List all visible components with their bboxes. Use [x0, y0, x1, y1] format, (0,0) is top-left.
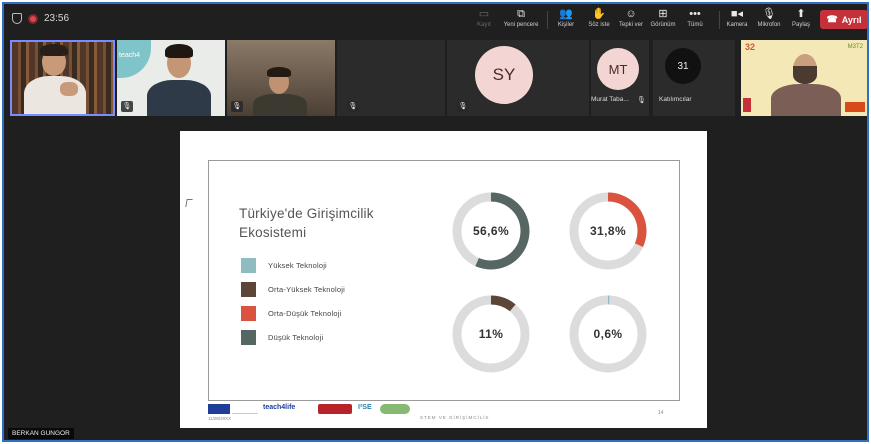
more-button[interactable]: ••• Tümü	[673, 7, 717, 28]
slide-title: Türkiye'de Girişimcilik Ekosistemi	[239, 204, 374, 242]
slide-title-line2: Ekosistemi	[239, 225, 307, 240]
donut-value: 31,8%	[589, 224, 627, 238]
legend-swatch	[241, 330, 256, 345]
leave-button[interactable]: ☎ Ayrıl	[820, 10, 867, 29]
donut-chart: 56,6%	[451, 191, 531, 271]
legend-swatch	[241, 258, 256, 273]
muted-mic-icon: 🎙	[231, 101, 243, 112]
new-window-button[interactable]: ⧉ Yeni pencere	[499, 7, 543, 28]
participant-tile-active-speaker[interactable]	[10, 40, 115, 116]
partner-logo	[380, 404, 410, 414]
participant-shirt	[24, 76, 86, 114]
donut-value: 0,6%	[593, 327, 623, 341]
legend-swatch	[241, 306, 256, 321]
participant-beard	[793, 66, 817, 84]
speaker-name-badge: BERKAN GUNGOR	[8, 428, 74, 439]
participant-tile[interactable]: teach4 🎙	[117, 40, 225, 116]
muted-mic-icon: 🎙	[457, 101, 469, 112]
legend-swatch	[241, 282, 256, 297]
muted-mic-icon: 🎙	[121, 101, 133, 112]
more-button-label: Tümü	[687, 22, 703, 28]
participant-tile[interactable]: 🎙	[337, 40, 445, 116]
legend-item: Yüksek Teknoloji	[241, 258, 327, 273]
phone-hangup-icon: ☎	[826, 14, 838, 24]
share-icon: ⬆	[796, 8, 806, 20]
muted-mic-icon: 🎙	[637, 97, 646, 104]
participants-count-tile[interactable]: 31 Katılımcılar	[653, 40, 735, 116]
donut-chart: 0,6%	[568, 294, 648, 374]
i2se-logo: I²SE	[358, 404, 372, 411]
banner-right	[845, 102, 865, 112]
new-window-button-label: Yeni pencere	[503, 22, 539, 28]
share-button-label: Paylaş	[791, 22, 810, 28]
legend-label: Orta-Yüksek Teknoloji	[268, 285, 346, 294]
legend-label: Yüksek Teknoloji	[268, 261, 327, 270]
m3t2-logo-right: M3T2	[847, 44, 863, 50]
donut-value: 11%	[478, 327, 504, 341]
donut-chart: 31,8%	[568, 191, 648, 271]
participant-shirt	[253, 94, 307, 116]
teach4-logo-shape	[117, 40, 151, 78]
slide-page-number: 14	[658, 410, 664, 416]
donut-chart: 11%	[451, 294, 531, 374]
eu-funding-text	[232, 404, 258, 414]
banner-left	[743, 98, 751, 112]
participant-tile[interactable]: 🎙	[227, 40, 335, 116]
participant-avatar-mt: MT	[597, 48, 639, 90]
m3t2-logo-left: 32	[745, 42, 756, 52]
shield-icon[interactable]	[12, 13, 22, 24]
participant-name-mt: Murat Taba...	[591, 96, 629, 103]
participant-tile[interactable]: 32 M3T2	[741, 40, 867, 116]
muted-mic-icon: 🎙	[347, 101, 359, 112]
leave-button-label: Ayrıl	[841, 14, 862, 25]
teach4-logo-text: teach4	[119, 52, 141, 59]
share-button[interactable]: ⬆ Paylaş	[779, 7, 823, 28]
university-logo	[318, 404, 352, 414]
shared-slide: Türkiye'de Girişimcilik Ekosistemi Yükse…	[180, 131, 707, 428]
legend-item: Orta-Yüksek Teknoloji	[241, 282, 345, 297]
participants-count: 31	[665, 48, 701, 84]
participant-hair	[40, 44, 68, 56]
participant-shirt	[147, 80, 211, 116]
donut-value: 56,6%	[472, 224, 510, 238]
slide-title-line1: Türkiye'de Girişimcilik	[239, 206, 374, 221]
participant-avatar-sy: SY	[475, 46, 533, 104]
more-icon: •••	[689, 8, 701, 20]
slide-date: 11/08/20XX	[208, 416, 232, 421]
meeting-toolbar: 23:56 ▭ Kayıt ⧉ Yeni pencere 👥 Kişiler ✋…	[4, 4, 867, 36]
participant-hair	[267, 67, 291, 77]
meeting-window: 23:56 ▭ Kayıt ⧉ Yeni pencere 👥 Kişiler ✋…	[2, 2, 869, 442]
legend-label: Orta-Düşük Teknoloji	[268, 309, 342, 318]
legend-item: Orta-Düşük Teknoloji	[241, 306, 341, 321]
slide-footer: teach4life I²SE 11/08/20XX STEM VE GİRİŞ…	[208, 402, 680, 424]
participant-hair	[165, 44, 193, 58]
participant-shirt	[771, 84, 841, 116]
new-window-icon: ⧉	[517, 8, 525, 20]
legend-label: Düşük Teknoloji	[268, 333, 324, 342]
slide-footer-text: STEM VE GİRİŞİMCİLİK	[420, 415, 490, 420]
legend-item: Düşük Teknoloji	[241, 330, 323, 345]
recording-icon	[28, 13, 38, 24]
teach4life-logo: teach4life	[263, 404, 296, 411]
meeting-info: 23:56	[12, 13, 69, 24]
participant-tile-mt[interactable]: MT Murat Taba...	[591, 40, 649, 116]
meeting-timer: 23:56	[44, 13, 70, 24]
participant-tile-sy[interactable]: SY 🎙	[447, 40, 589, 116]
participant-hands	[60, 82, 78, 96]
eu-flag-logo	[208, 404, 230, 414]
participants-label: Katılımcılar	[659, 96, 692, 103]
